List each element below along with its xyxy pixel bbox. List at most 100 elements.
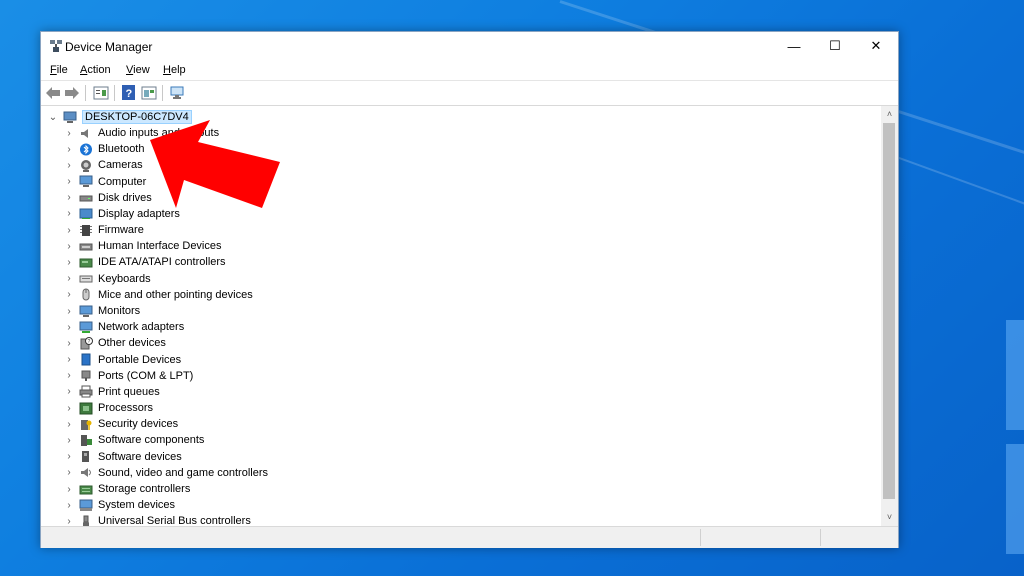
properties-icon <box>93 86 109 100</box>
tree-item[interactable]: › Monitors <box>63 303 140 319</box>
tree-item-label[interactable]: Network adapters <box>98 321 184 333</box>
tree-item[interactable]: ›? Other devices <box>63 335 166 351</box>
expand-chevron-icon[interactable]: › <box>63 127 75 139</box>
tree-item[interactable]: › Ports (COM & LPT) <box>63 368 193 384</box>
tree-item-label[interactable]: Print queues <box>98 386 160 398</box>
expand-chevron-icon[interactable]: › <box>63 176 75 188</box>
forward-button[interactable] <box>63 84 81 102</box>
tree-item-label[interactable]: Monitors <box>98 305 140 317</box>
tree-item[interactable]: › Storage controllers <box>63 481 190 497</box>
expand-chevron-icon[interactable]: › <box>63 451 75 463</box>
tree-item[interactable]: › Network adapters <box>63 319 184 335</box>
title-bar[interactable]: Device Manager — ☐ ✕ <box>41 32 898 60</box>
ide-controller-icon <box>79 258 93 268</box>
tree-item-label[interactable]: Human Interface Devices <box>98 240 222 252</box>
expand-chevron-icon[interactable]: › <box>63 483 75 495</box>
tree-item-label[interactable]: Ports (COM & LPT) <box>98 370 193 382</box>
tree-item[interactable]: › Sound, video and game controllers <box>63 465 268 481</box>
expand-chevron-icon[interactable]: › <box>63 305 75 317</box>
properties-button[interactable] <box>92 84 110 102</box>
expand-chevron-icon[interactable]: › <box>63 418 75 430</box>
expand-chevron-icon[interactable]: › <box>63 159 75 171</box>
show-hide-button[interactable] <box>140 84 158 102</box>
collapse-chevron-icon[interactable]: ⌄ <box>47 111 59 123</box>
expand-chevron-icon[interactable]: › <box>63 386 75 398</box>
tree-item-label[interactable]: Security devices <box>98 418 178 430</box>
tree-item[interactable]: › Disk drives <box>63 190 151 206</box>
toolbar: ? <box>41 80 898 106</box>
portable-device-icon <box>81 353 91 366</box>
expand-chevron-icon[interactable]: › <box>63 354 75 366</box>
scroll-up-icon: ˄ <box>886 109 893 119</box>
tree-item[interactable]: › Processors <box>63 400 153 416</box>
tree-item[interactable]: › Security devices <box>63 416 178 432</box>
menu-action[interactable]: Action <box>80 64 111 76</box>
menu-help[interactable]: Help <box>163 64 186 76</box>
tree-item-label[interactable]: Mice and other pointing devices <box>98 289 253 301</box>
scrollbar-thumb[interactable] <box>883 123 895 499</box>
scan-hardware-icon <box>170 86 184 99</box>
close-button[interactable]: ✕ <box>856 32 896 60</box>
tree-item-label[interactable]: System devices <box>98 499 175 511</box>
tree-item[interactable]: › IDE ATA/ATAPI controllers <box>63 254 226 270</box>
expand-chevron-icon[interactable]: › <box>63 208 75 220</box>
minimize-button[interactable]: — <box>774 32 814 60</box>
mouse-icon <box>82 288 90 301</box>
tree-item-label[interactable]: Bluetooth <box>98 143 144 155</box>
tree-item-label[interactable]: Cameras <box>98 159 143 171</box>
expand-chevron-icon[interactable]: › <box>63 515 75 526</box>
menu-file[interactable]: File <box>50 64 68 76</box>
vertical-scrollbar[interactable]: ˄ ˅ <box>881 106 898 526</box>
tree-item[interactable]: › Portable Devices <box>63 352 181 368</box>
expand-chevron-icon[interactable]: › <box>63 240 75 252</box>
tree-item-label[interactable]: Portable Devices <box>98 354 181 366</box>
expand-chevron-icon[interactable]: › <box>63 402 75 414</box>
expand-chevron-icon[interactable]: › <box>63 273 75 285</box>
expand-chevron-icon[interactable]: › <box>63 370 75 382</box>
expand-chevron-icon[interactable]: › <box>63 256 75 268</box>
tree-item[interactable]: › Print queues <box>63 384 160 400</box>
expand-chevron-icon[interactable]: › <box>63 467 75 479</box>
expand-chevron-icon[interactable]: › <box>63 224 75 236</box>
tree-item[interactable]: › Computer <box>63 174 146 190</box>
tree-item[interactable]: › Keyboards <box>63 271 151 287</box>
tree-item-label[interactable]: Keyboards <box>98 273 151 285</box>
help-button[interactable]: ? <box>120 84 138 102</box>
tree-item[interactable]: › Universal Serial Bus controllers <box>63 513 251 526</box>
tree-item[interactable]: › System devices <box>63 497 175 513</box>
tree-item[interactable]: › Firmware <box>63 222 144 238</box>
tree-item[interactable]: › Cameras <box>63 157 143 173</box>
tree-item-label[interactable]: Processors <box>98 402 153 414</box>
printer-icon <box>79 385 93 398</box>
tree-item[interactable]: › Software devices <box>63 449 182 465</box>
tree-item-label[interactable]: Universal Serial Bus controllers <box>98 515 251 526</box>
scroll-down-button[interactable]: ˅ <box>881 509 898 525</box>
expand-chevron-icon[interactable]: › <box>63 499 75 511</box>
show-hide-icon <box>141 86 157 100</box>
maximize-button[interactable]: ☐ <box>815 32 855 60</box>
tree-item-label[interactable]: Software devices <box>98 451 182 463</box>
tree-item-label[interactable]: Software components <box>98 434 204 446</box>
expand-chevron-icon[interactable]: › <box>63 434 75 446</box>
scroll-up-button[interactable]: ˄ <box>881 106 898 122</box>
scan-hardware-button[interactable] <box>168 84 186 102</box>
expand-chevron-icon[interactable]: › <box>63 289 75 301</box>
tree-item-label[interactable]: IDE ATA/ATAPI controllers <box>98 256 226 268</box>
expand-chevron-icon[interactable]: › <box>63 192 75 204</box>
expand-chevron-icon[interactable]: › <box>63 321 75 333</box>
tree-item[interactable]: › Software components <box>63 432 204 448</box>
desktop-light-streak <box>879 150 1024 221</box>
back-button[interactable] <box>44 84 62 102</box>
tree-item-label[interactable]: Firmware <box>98 224 144 236</box>
port-icon <box>81 370 91 382</box>
tree-item-label[interactable]: Sound, video and game controllers <box>98 467 268 479</box>
expand-chevron-icon[interactable]: › <box>63 143 75 155</box>
tree-item-label[interactable]: Storage controllers <box>98 483 190 495</box>
audio-icon <box>81 128 88 138</box>
menu-view[interactable]: View <box>126 64 150 76</box>
tree-item[interactable]: › Human Interface Devices <box>63 238 222 254</box>
tree-item-label[interactable]: Other devices <box>98 337 166 349</box>
expand-chevron-icon[interactable]: › <box>63 337 75 349</box>
tree-item[interactable]: › Mice and other pointing devices <box>63 287 253 303</box>
tree-item[interactable]: › Bluetooth <box>63 141 144 157</box>
